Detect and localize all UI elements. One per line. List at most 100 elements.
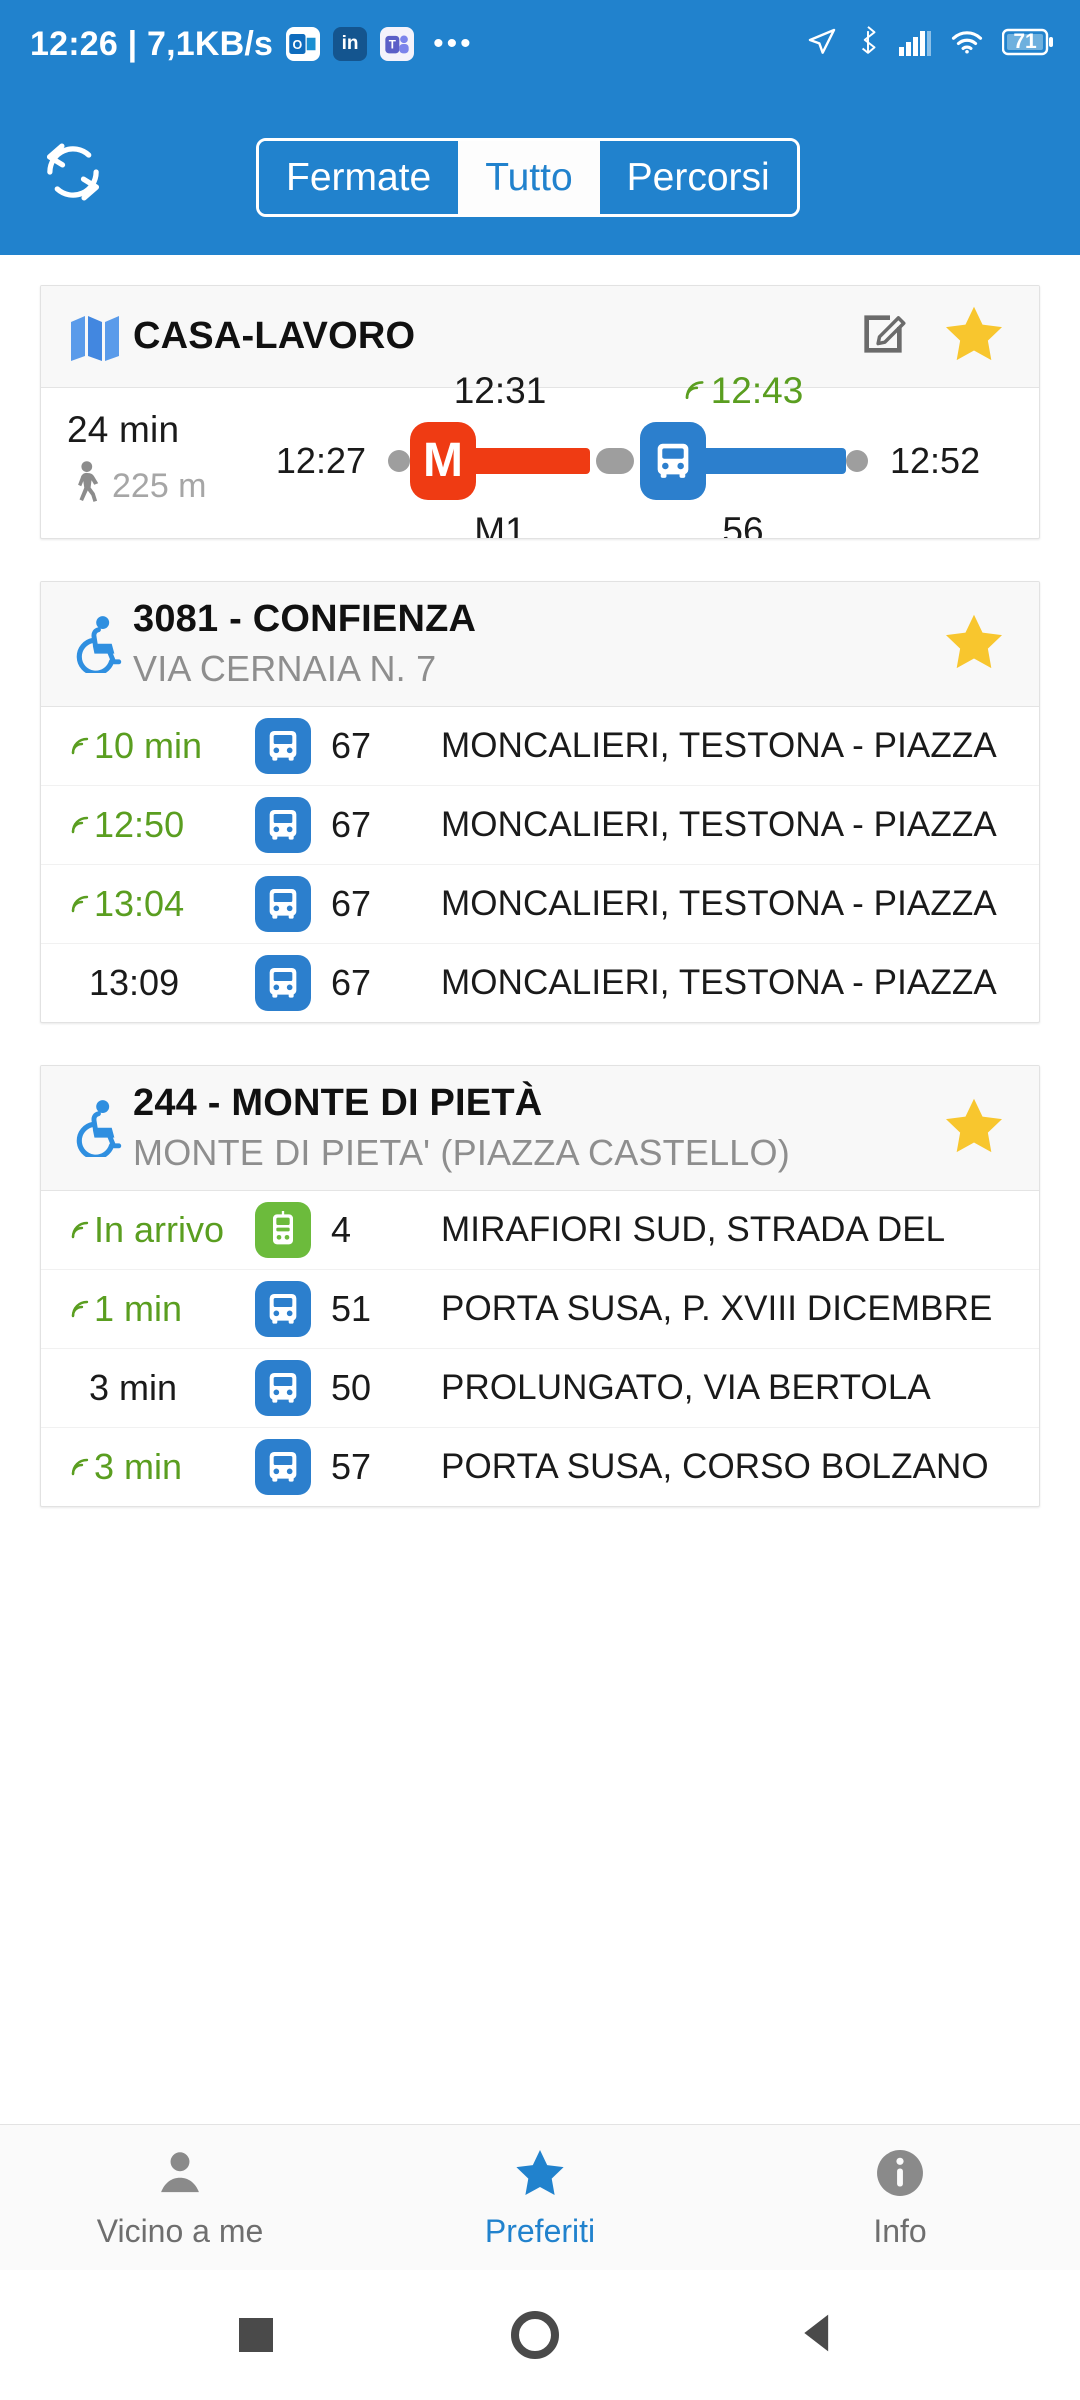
journey-leg-bus-time: 12:43: [683, 370, 803, 412]
nav-item-preferiti[interactable]: Preferiti: [360, 2125, 720, 2270]
system-navigation-bar: [0, 2270, 1080, 2400]
vehicle-icon-cell: [255, 955, 331, 1011]
tab-percorsi[interactable]: Percorsi: [599, 141, 797, 214]
nav-item-info[interactable]: Info: [720, 2125, 1080, 2270]
departure-destination: MONCALIERI, TESTONA - PIAZZA: [441, 884, 997, 923]
journey-leg-bus[interactable]: 12:43 56: [640, 370, 846, 538]
nav-label: Vicino a me: [96, 2212, 264, 2249]
journey-leg-metro-time: 12:31: [453, 370, 547, 411]
journey-card-actions: [855, 302, 1017, 371]
outlook-icon: O: [286, 27, 321, 61]
journey-start-time: 12:27: [275, 440, 366, 481]
table-row[interactable]: 12:50 67 MONCALIERI, TESTONA - PIAZZA: [41, 785, 1039, 864]
departure-destination: PORTA SUSA, P. XVIII DICEMBRE: [441, 1289, 993, 1328]
journey-card[interactable]: CASA-LAVORO 24 min 225 m 12:27 12:31 M M…: [40, 285, 1040, 539]
bus-icon: [255, 718, 311, 774]
star-icon[interactable]: [941, 610, 1007, 679]
teams-icon: T: [380, 27, 415, 61]
refresh-icon[interactable]: [34, 133, 112, 211]
table-row[interactable]: 13:04 67 MONCALIERI, TESTONA - PIAZZA: [41, 864, 1039, 943]
home-circle-icon[interactable]: [511, 2311, 559, 2359]
vehicle-icon-cell: [255, 1360, 331, 1416]
live-signal-icon: [69, 804, 93, 846]
journey-end-dot: [846, 450, 868, 472]
live-signal-icon: [69, 725, 93, 767]
stop-subtitle: MONTE DI PIETA' (PIAZZA CASTELLO): [133, 1132, 790, 1173]
table-row[interactable]: 1 min 51 PORTA SUSA, P. XVIII DICEMBRE: [41, 1269, 1039, 1348]
journey-leg-metro[interactable]: 12:31 M M1: [410, 370, 590, 538]
journey-walk-distance: 225 m: [112, 466, 207, 505]
stop-card[interactable]: 244 - MONTE DI PIETÀ MONTE DI PIETA' (PI…: [40, 1065, 1040, 1507]
tab-tutto[interactable]: Tutto: [458, 141, 600, 214]
star-icon: [511, 2146, 569, 2205]
departure-time: 3 min: [69, 1446, 255, 1488]
departure-line: 67: [331, 804, 372, 845]
departure-destination: PORTA SUSA, CORSO BOLZANO: [441, 1447, 989, 1486]
status-bar-left: 12:26 | 7,1KB/s O in T •••: [30, 25, 474, 64]
stop-card-actions: [941, 610, 1017, 679]
battery-level: 71: [1013, 29, 1037, 53]
departure-time: 12:50: [69, 804, 255, 846]
favorites-list: CASA-LAVORO 24 min 225 m 12:27 12:31 M M…: [0, 255, 1080, 1507]
bus-icon: [255, 797, 311, 853]
departure-time-text: 12:50: [94, 804, 185, 845]
table-row[interactable]: 3 min 50 PROLUNGATO, VIA BERTOLA: [41, 1348, 1039, 1427]
table-row[interactable]: In arrivo 4 MIRAFIORI SUD, STRADA DEL: [41, 1191, 1039, 1269]
stop-card[interactable]: 3081 - CONFIENZA VIA CERNAIA N. 7 10 min…: [40, 581, 1040, 1023]
recents-square-icon[interactable]: [239, 2318, 273, 2352]
bus-icon: [255, 876, 311, 932]
departure-time-text: In arrivo: [94, 1209, 225, 1250]
status-bar: 12:26 | 7,1KB/s O in T ••• 71: [0, 0, 1080, 88]
live-signal-icon: [683, 370, 709, 412]
vehicle-icon-cell: [255, 1202, 331, 1258]
departure-destination: MONCALIERI, TESTONA - PIAZZA: [441, 963, 997, 1002]
bus-icon: [657, 443, 689, 478]
back-triangle-icon[interactable]: [797, 2309, 841, 2362]
nav-item-vicino-a-me[interactable]: Vicino a me: [0, 2125, 360, 2270]
departure-time-text: 3 min: [89, 1367, 178, 1408]
metro-glyph: M: [423, 434, 463, 487]
stop-subtitle: VIA CERNAIA N. 7: [133, 648, 437, 689]
star-icon[interactable]: [941, 1094, 1007, 1163]
departure-time: 1 min: [69, 1288, 255, 1330]
journey-legs-strip: 12:27 12:31 M M1 12:43 56 12:52: [243, 370, 1013, 538]
linkedin-icon: in: [333, 27, 368, 61]
status-bar-right: 71: [806, 25, 1054, 63]
edit-icon[interactable]: [855, 306, 911, 367]
journey-end-time: 12:52: [890, 440, 981, 481]
status-overflow-icon: •••: [433, 27, 474, 60]
wheelchair-accessible-icon: [65, 1099, 127, 1157]
tab-fermate[interactable]: Fermate: [259, 141, 459, 214]
table-row[interactable]: 13:09 67 MONCALIERI, TESTONA - PIAZZA: [41, 943, 1039, 1022]
star-icon[interactable]: [941, 302, 1007, 371]
stop-card-titles: 3081 - CONFIENZA VIA CERNAIA N. 7: [127, 598, 941, 690]
departure-line: 57: [331, 1446, 372, 1487]
stop-title: 3081 - CONFIENZA: [133, 598, 477, 640]
bottom-navigation: Vicino a me Preferiti Info: [0, 2124, 1080, 2270]
departure-destination: MONCALIERI, TESTONA - PIAZZA: [441, 805, 997, 844]
location-arrow-icon: [806, 26, 838, 63]
departure-time: In arrivo: [69, 1209, 255, 1251]
departure-line: 50: [331, 1367, 372, 1408]
live-signal-icon: [69, 1288, 93, 1330]
table-row[interactable]: 10 min 67 MONCALIERI, TESTONA - PIAZZA: [41, 707, 1039, 785]
departure-time-text: 3 min: [94, 1446, 183, 1487]
live-signal-icon: [69, 1446, 93, 1488]
departure-line: 67: [331, 883, 372, 924]
map-icon: [65, 312, 127, 362]
stop-card-header[interactable]: 3081 - CONFIENZA VIA CERNAIA N. 7: [41, 582, 1039, 707]
page-title: CASA-LAVORO: [133, 315, 416, 357]
nav-label: Info: [873, 2212, 927, 2249]
journey-summary[interactable]: 24 min 225 m 12:27 12:31 M M1 12:43 56 1…: [41, 370, 1039, 538]
table-row[interactable]: 3 min 57 PORTA SUSA, CORSO BOLZANO: [41, 1427, 1039, 1506]
journey-leg-bus-line: 56: [722, 510, 764, 539]
linkedin-label: in: [341, 33, 359, 54]
departure-line: 4: [331, 1209, 352, 1250]
svg-text:O: O: [293, 38, 303, 52]
person-icon: [152, 2146, 208, 2205]
view-mode-segmented-control[interactable]: Fermate Tutto Percorsi: [256, 138, 800, 217]
stop-card-header[interactable]: 244 - MONTE DI PIETÀ MONTE DI PIETA' (PI…: [41, 1066, 1039, 1191]
departure-time-text: 13:04: [94, 883, 185, 924]
journey-transfer-dot: [596, 448, 634, 474]
svg-text:T: T: [389, 39, 396, 52]
